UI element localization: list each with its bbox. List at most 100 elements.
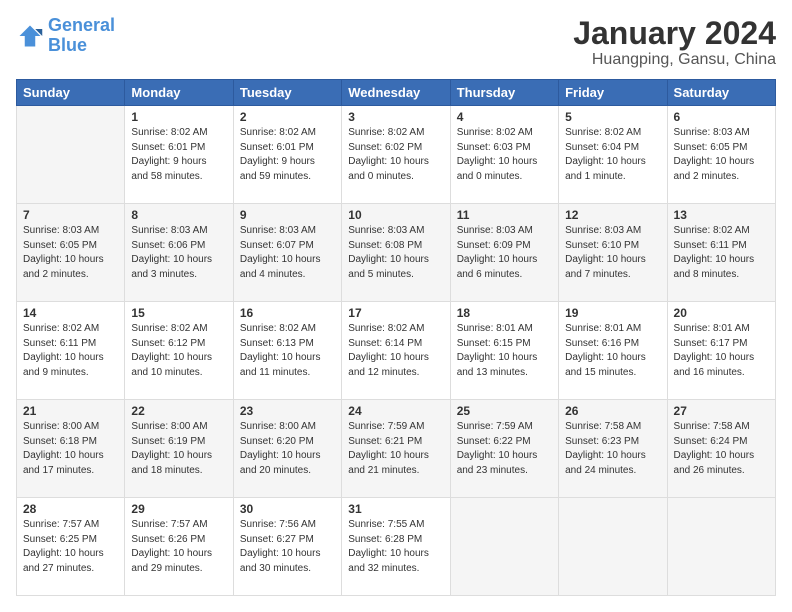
calendar-cell [559,498,667,596]
day-info: Sunrise: 7:57 AM Sunset: 6:26 PM Dayligh… [131,518,226,576]
day-info: Sunrise: 8:00 AM Sunset: 6:18 PM Dayligh… [23,420,118,478]
calendar-cell: 4Sunrise: 8:02 AM Sunset: 6:03 PM Daylig… [450,106,558,204]
day-number: 6 [674,110,769,124]
day-info: Sunrise: 8:00 AM Sunset: 6:20 PM Dayligh… [240,420,335,478]
day-number: 29 [131,502,226,516]
day-number: 22 [131,404,226,418]
day-info: Sunrise: 8:02 AM Sunset: 6:02 PM Dayligh… [348,126,443,184]
day-info: Sunrise: 8:03 AM Sunset: 6:09 PM Dayligh… [457,224,552,282]
day-number: 24 [348,404,443,418]
day-info: Sunrise: 8:02 AM Sunset: 6:11 PM Dayligh… [674,224,769,282]
day-number: 27 [674,404,769,418]
main-title: January 2024 [573,16,776,51]
day-info: Sunrise: 7:59 AM Sunset: 6:22 PM Dayligh… [457,420,552,478]
day-info: Sunrise: 8:03 AM Sunset: 6:07 PM Dayligh… [240,224,335,282]
day-info: Sunrise: 7:56 AM Sunset: 6:27 PM Dayligh… [240,518,335,576]
col-sunday: Sunday [17,80,125,106]
day-number: 28 [23,502,118,516]
title-block: January 2024 Huangping, Gansu, China [573,16,776,69]
day-number: 15 [131,306,226,320]
calendar-cell: 18Sunrise: 8:01 AM Sunset: 6:15 PM Dayli… [450,302,558,400]
calendar-cell: 10Sunrise: 8:03 AM Sunset: 6:08 PM Dayli… [342,204,450,302]
day-number: 30 [240,502,335,516]
calendar-cell: 11Sunrise: 8:03 AM Sunset: 6:09 PM Dayli… [450,204,558,302]
day-info: Sunrise: 8:02 AM Sunset: 6:11 PM Dayligh… [23,322,118,380]
page: General Blue January 2024 Huangping, Gan… [0,0,792,612]
subtitle: Huangping, Gansu, China [573,51,776,69]
day-info: Sunrise: 7:59 AM Sunset: 6:21 PM Dayligh… [348,420,443,478]
day-number: 25 [457,404,552,418]
day-info: Sunrise: 7:58 AM Sunset: 6:24 PM Dayligh… [674,420,769,478]
calendar-cell: 7 Sunrise: 8:03 AM Sunset: 6:05 PM Daylig… [17,204,125,302]
calendar-week-2: 14Sunrise: 8:02 AM Sunset: 6:11 PM Dayli… [17,302,776,400]
day-info: Sunrise: 8:03 AM Sunset: 6:10 PM Dayligh… [565,224,660,282]
col-tuesday: Tuesday [233,80,341,106]
day-number: 16 [240,306,335,320]
calendar-cell: 23Sunrise: 8:00 AM Sunset: 6:20 PM Dayli… [233,400,341,498]
calendar-cell: 17 Sunrise: 8:02 AM Sunset: 6:14 PM Dayli… [342,302,450,400]
calendar-cell: 15Sunrise: 8:02 AM Sunset: 6:12 PM Dayli… [125,302,233,400]
day-info: Sunrise: 7:55 AM Sunset: 6:28 PM Dayligh… [348,518,443,576]
logo-icon [16,22,44,50]
header: General Blue January 2024 Huangping, Gan… [16,16,776,69]
calendar-cell: 9 Sunrise: 8:03 AM Sunset: 6:07 PM Daylig… [233,204,341,302]
calendar-cell: 2 Sunrise: 8:02 AM Sunset: 6:01 PM Daylig… [233,106,341,204]
calendar-cell: 5 Sunrise: 8:02 AM Sunset: 6:04 PM Daylig… [559,106,667,204]
day-number: 9 [240,208,335,222]
day-number: 19 [565,306,660,320]
calendar-cell: 20Sunrise: 8:01 AM Sunset: 6:17 PM Dayli… [667,302,775,400]
calendar-cell [17,106,125,204]
calendar-cell: 19 Sunrise: 8:01 AM Sunset: 6:16 PM Dayli… [559,302,667,400]
calendar-cell: 24 Sunrise: 7:59 AM Sunset: 6:21 PM Dayli… [342,400,450,498]
day-info: Sunrise: 8:01 AM Sunset: 6:17 PM Dayligh… [674,322,769,380]
calendar-cell: 6 Sunrise: 8:03 AM Sunset: 6:05 PM Daylig… [667,106,775,204]
calendar-cell: 28Sunrise: 7:57 AM Sunset: 6:25 PM Dayli… [17,498,125,596]
calendar-week-0: 1Sunrise: 8:02 AM Sunset: 6:01 PM Daylig… [17,106,776,204]
day-info: Sunrise: 8:03 AM Sunset: 6:05 PM Dayligh… [23,224,118,282]
day-number: 12 [565,208,660,222]
calendar-cell: 25 Sunrise: 7:59 AM Sunset: 6:22 PM Dayli… [450,400,558,498]
day-info: Sunrise: 8:01 AM Sunset: 6:15 PM Dayligh… [457,322,552,380]
calendar-cell: 27 Sunrise: 7:58 AM Sunset: 6:24 PM Dayli… [667,400,775,498]
calendar-cell: 13 Sunrise: 8:02 AM Sunset: 6:11 PM Dayli… [667,204,775,302]
calendar-cell: 29 Sunrise: 7:57 AM Sunset: 6:26 PM Dayli… [125,498,233,596]
logo: General Blue [16,16,115,56]
calendar-cell: 12 Sunrise: 8:03 AM Sunset: 6:10 PM Dayli… [559,204,667,302]
calendar-week-4: 28Sunrise: 7:57 AM Sunset: 6:25 PM Dayli… [17,498,776,596]
day-number: 5 [565,110,660,124]
day-number: 10 [348,208,443,222]
day-number: 4 [457,110,552,124]
day-number: 7 [23,208,118,222]
day-number: 2 [240,110,335,124]
day-number: 17 [348,306,443,320]
logo-line1: General [48,15,115,35]
calendar-cell: 30 Sunrise: 7:56 AM Sunset: 6:27 PM Dayli… [233,498,341,596]
calendar-cell: 22 Sunrise: 8:00 AM Sunset: 6:19 PM Dayli… [125,400,233,498]
logo-line2: Blue [48,35,87,55]
calendar-cell [667,498,775,596]
logo-text: General Blue [48,16,115,56]
col-wednesday: Wednesday [342,80,450,106]
day-number: 21 [23,404,118,418]
day-info: Sunrise: 8:01 AM Sunset: 6:16 PM Dayligh… [565,322,660,380]
calendar-header-row: Sunday Monday Tuesday Wednesday Thursday… [17,80,776,106]
calendar-cell: 3 Sunrise: 8:02 AM Sunset: 6:02 PM Daylig… [342,106,450,204]
calendar-cell: 14Sunrise: 8:02 AM Sunset: 6:11 PM Dayli… [17,302,125,400]
col-saturday: Saturday [667,80,775,106]
day-info: Sunrise: 8:02 AM Sunset: 6:14 PM Dayligh… [348,322,443,380]
calendar-cell: 26Sunrise: 7:58 AM Sunset: 6:23 PM Dayli… [559,400,667,498]
day-number: 3 [348,110,443,124]
day-info: Sunrise: 8:02 AM Sunset: 6:13 PM Dayligh… [240,322,335,380]
calendar-cell: 21 Sunrise: 8:00 AM Sunset: 6:18 PM Dayli… [17,400,125,498]
day-info: Sunrise: 7:58 AM Sunset: 6:23 PM Dayligh… [565,420,660,478]
day-number: 13 [674,208,769,222]
calendar-cell: 1Sunrise: 8:02 AM Sunset: 6:01 PM Daylig… [125,106,233,204]
calendar-cell: 31Sunrise: 7:55 AM Sunset: 6:28 PM Dayli… [342,498,450,596]
day-info: Sunrise: 8:00 AM Sunset: 6:19 PM Dayligh… [131,420,226,478]
calendar-cell [450,498,558,596]
col-friday: Friday [559,80,667,106]
day-info: Sunrise: 8:02 AM Sunset: 6:04 PM Dayligh… [565,126,660,184]
day-info: Sunrise: 8:02 AM Sunset: 6:01 PM Dayligh… [240,126,335,184]
calendar-table: Sunday Monday Tuesday Wednesday Thursday… [16,79,776,596]
day-info: Sunrise: 8:03 AM Sunset: 6:05 PM Dayligh… [674,126,769,184]
